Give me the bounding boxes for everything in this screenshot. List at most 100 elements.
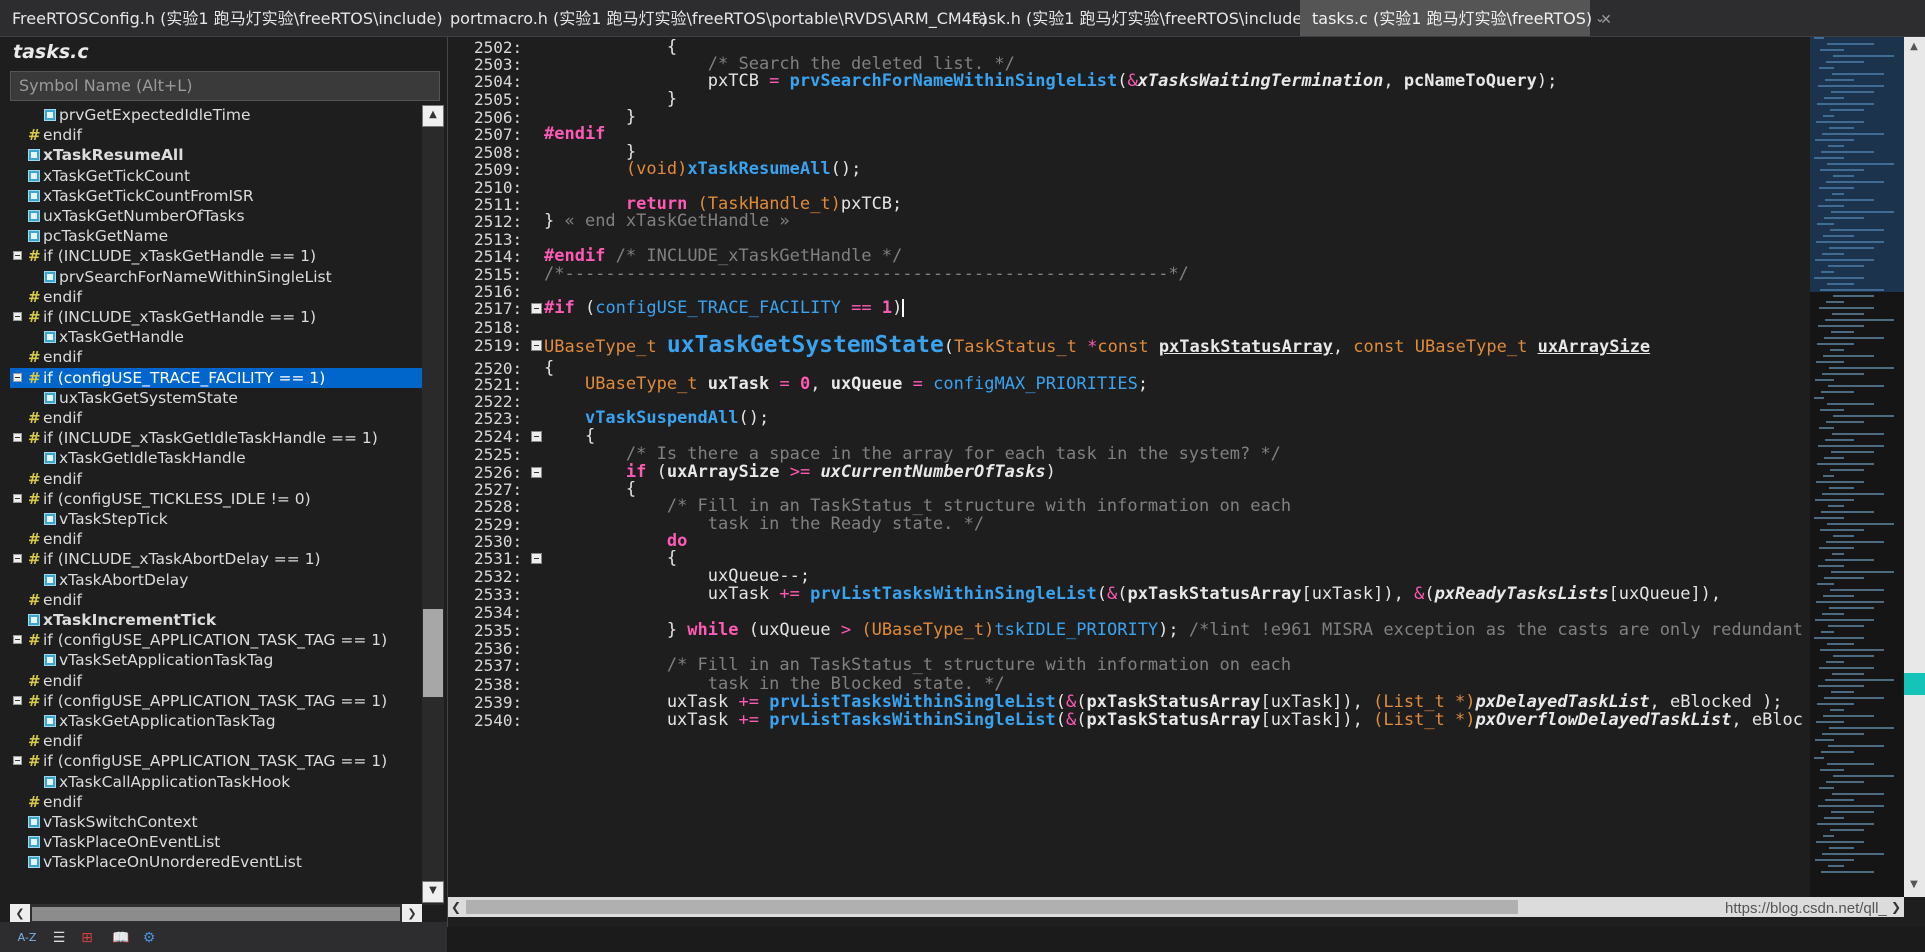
- scroll-down-icon[interactable]: ▼: [422, 881, 444, 903]
- symbol-list-item[interactable]: # endif: [10, 731, 422, 751]
- code-area[interactable]: { /* Search the deleted list. */ pxTCB =…: [544, 37, 1804, 897]
- symbol-list-item[interactable]: xTaskGetIdleTaskHandle: [10, 448, 422, 468]
- symbol-list-item[interactable]: vTaskPlaceOnEventList: [10, 832, 422, 852]
- minimap-line: [1821, 751, 1854, 753]
- collapse-toggle-icon[interactable]: [13, 372, 22, 382]
- symbol-list-item[interactable]: prvGetExpectedIdleTime: [10, 105, 422, 125]
- symbol-list-item[interactable]: vTaskPlaceOnUnorderedEventList: [10, 852, 422, 872]
- symbol-list-item[interactable]: # if (configUSE_TRACE_FACILITY == 1): [10, 367, 422, 388]
- sidebar-vertical-scrollbar[interactable]: ▲ ▼: [422, 105, 444, 905]
- code-line[interactable]: } « end xTaskGetHandle »: [544, 211, 790, 232]
- symbol-list-item[interactable]: # endif: [10, 590, 422, 610]
- symbol-list-item[interactable]: # if (configUSE_APPLICATION_TASK_TAG == 1…: [10, 691, 422, 711]
- symbol-list-item[interactable]: # if (INCLUDE_xTaskAbortDelay == 1): [10, 549, 422, 569]
- code-fold-toggle-icon[interactable]: [531, 553, 542, 564]
- scroll-up-icon[interactable]: ▲: [1907, 41, 1921, 55]
- symbol-list-item[interactable]: xTaskGetHandle: [10, 327, 422, 347]
- scroll-up-icon[interactable]: ▲: [422, 105, 444, 127]
- symbol-list-item[interactable]: uxTaskGetNumberOfTasks: [10, 206, 422, 226]
- scroll-right-icon[interactable]: ❯: [402, 904, 422, 924]
- scroll-right-icon[interactable]: ❯: [1888, 897, 1904, 917]
- code-line[interactable]: } while (uxQueue > (UBaseType_t)tskIDLE_…: [544, 620, 1803, 641]
- symbol-list-item[interactable]: # if (configUSE_TICKLESS_IDLE != 0): [10, 489, 422, 509]
- collapse-toggle-icon[interactable]: [13, 433, 22, 443]
- collapse-toggle-icon[interactable]: [13, 493, 22, 503]
- settings-gear-icon[interactable]: ⚙: [138, 928, 160, 948]
- minimap-line: [1821, 511, 1874, 513]
- symbol-list-item[interactable]: # endif: [10, 347, 422, 367]
- code-line[interactable]: uxTask += prvListTasksWithinSingleList(&…: [544, 710, 1804, 731]
- collapse-toggle-icon[interactable]: [13, 635, 22, 645]
- symbol-list-item[interactable]: # if (INCLUDE_xTaskGetHandle == 1): [10, 246, 422, 266]
- preprocessor-hash-icon: #: [28, 429, 41, 448]
- editor-horizontal-scrollbar[interactable]: ❮ ❯: [448, 897, 1904, 917]
- symbol-list-item[interactable]: # if (INCLUDE_xTaskGetHandle == 1): [10, 307, 422, 327]
- minimap-line: [1824, 457, 1844, 459]
- code-line[interactable]: /* Fill in an TaskStatus_t structure wit…: [544, 655, 1291, 676]
- symbol-list-item[interactable]: # if (configUSE_APPLICATION_TASK_TAG == 1…: [10, 751, 422, 771]
- code-fold-toggle-icon[interactable]: [531, 431, 542, 442]
- collapse-toggle-icon[interactable]: [13, 312, 22, 321]
- symbol-list-item[interactable]: uxTaskGetSystemState: [10, 388, 422, 408]
- code-line[interactable]: #if (configUSE_TRACE_FACILITY == 1): [544, 298, 905, 319]
- scroll-left-icon[interactable]: ❮: [448, 897, 464, 917]
- tab-task-h[interactable]: task.h (实验1 跑马灯实验\freeRTOS\include): [960, 0, 1309, 36]
- function-icon: [44, 513, 56, 525]
- sidebar-scroll-thumb[interactable]: [423, 609, 443, 697]
- code-line[interactable]: UBaseType_t uxTaskGetSystemState(TaskSta…: [544, 334, 1650, 358]
- code-line[interactable]: uxTask += prvListTasksWithinSingleList(&…: [544, 584, 1721, 605]
- symbol-list-item[interactable]: # endif: [10, 469, 422, 489]
- tab-freertosconfig-h[interactable]: FreeRTOSConfig.h (实验1 跑马灯实验\freeRTOS\inc…: [0, 0, 443, 36]
- book-icon[interactable]: 📖: [110, 928, 132, 948]
- minimap-line: [1816, 481, 1864, 483]
- sidebar-horizontal-scrollbar[interactable]: ❮ ❯: [10, 904, 422, 924]
- code-fold-toggle-icon[interactable]: [531, 340, 542, 351]
- symbol-list-item[interactable]: xTaskResumeAll: [10, 145, 422, 165]
- tab-portmacro-h[interactable]: portmacro.h (实验1 跑马灯实验\freeRTOS\portable…: [438, 0, 987, 36]
- symbol-list-item[interactable]: xTaskGetApplicationTaskTag: [10, 711, 422, 731]
- tree-view-icon[interactable]: ⊞: [76, 928, 98, 948]
- minimap-viewport[interactable]: [1810, 37, 1904, 292]
- symbol-list-item[interactable]: xTaskAbortDelay: [10, 570, 422, 590]
- collapse-toggle-icon[interactable]: [13, 695, 22, 705]
- symbol-list-item[interactable]: vTaskStepTick: [10, 509, 422, 529]
- code-fold-toggle-icon[interactable]: [531, 467, 542, 478]
- code-fold-toggle-icon[interactable]: [531, 303, 542, 314]
- collapse-toggle-icon[interactable]: [13, 756, 22, 766]
- symbol-list-item[interactable]: # endif: [10, 792, 422, 812]
- symbol-list-item[interactable]: # endif: [10, 408, 422, 428]
- symbol-list-item[interactable]: xTaskIncrementTick: [10, 610, 422, 630]
- symbol-list-item[interactable]: # endif: [10, 125, 422, 145]
- list-view-icon[interactable]: ☰: [48, 928, 70, 948]
- symbol-list-item[interactable]: pcTaskGetName: [10, 226, 422, 246]
- symbol-list-item[interactable]: # endif: [10, 671, 422, 691]
- symbol-list-item[interactable]: # endif: [10, 287, 422, 307]
- symbol-list-item[interactable]: xTaskGetTickCount: [10, 166, 422, 186]
- scroll-left-icon[interactable]: ❮: [10, 904, 30, 924]
- symbol-list-item[interactable]: # if (INCLUDE_xTaskGetIdleTaskHandle == 1…: [10, 428, 422, 448]
- symbol-list-item[interactable]: xTaskCallApplicationTaskHook: [10, 772, 422, 792]
- tab-bar: FreeRTOSConfig.h (实验1 跑马灯实验\freeRTOS\inc…: [0, 0, 1925, 37]
- code-line[interactable]: UBaseType_t uxTask = 0, uxQueue = config…: [544, 374, 1148, 395]
- code-line[interactable]: pxTCB = prvSearchForNameWithinSingleList…: [544, 71, 1558, 92]
- sort-az-icon[interactable]: A-Z: [16, 928, 38, 948]
- code-editor[interactable]: 2502: 2503: 2504: 2505: 2506: 2507: 2508: 2509:…: [448, 37, 1925, 927]
- code-line[interactable]: (void)xTaskResumeAll();: [544, 159, 861, 180]
- code-line[interactable]: /*--------------------------------------…: [544, 264, 1189, 285]
- symbol-list-item[interactable]: # if (configUSE_APPLICATION_TASK_TAG == 1…: [10, 630, 422, 650]
- tab-tasks-c[interactable]: tasks.c (实验1 跑马灯实验\freeRTOS) ✕: [1300, 0, 1612, 36]
- symbol-list-item[interactable]: prvSearchForNameWithinSingleList: [10, 267, 422, 287]
- collapse-toggle-icon[interactable]: [13, 554, 22, 564]
- symbol-list-item[interactable]: vTaskSetApplicationTaskTag: [10, 650, 422, 670]
- symbol-search-input[interactable]: Symbol Name (Alt+L): [10, 71, 440, 101]
- editor-hscroll-thumb[interactable]: [466, 900, 1518, 914]
- editor-vertical-scrollbar[interactable]: ▲ ▼: [1904, 37, 1925, 897]
- symbol-list-item[interactable]: vTaskSwitchContext: [10, 812, 422, 832]
- symbol-list-item[interactable]: xTaskGetTickCountFromISR: [10, 186, 422, 206]
- tab-overflow-chevron-icon[interactable]: ⌄: [1590, 0, 1610, 36]
- sidebar-hscroll-thumb[interactable]: [32, 907, 400, 921]
- scroll-down-icon[interactable]: ▼: [1907, 879, 1921, 893]
- symbol-list-item[interactable]: # endif: [10, 529, 422, 549]
- collapse-toggle-icon[interactable]: [13, 251, 22, 261]
- minimap-line: [1832, 793, 1884, 795]
